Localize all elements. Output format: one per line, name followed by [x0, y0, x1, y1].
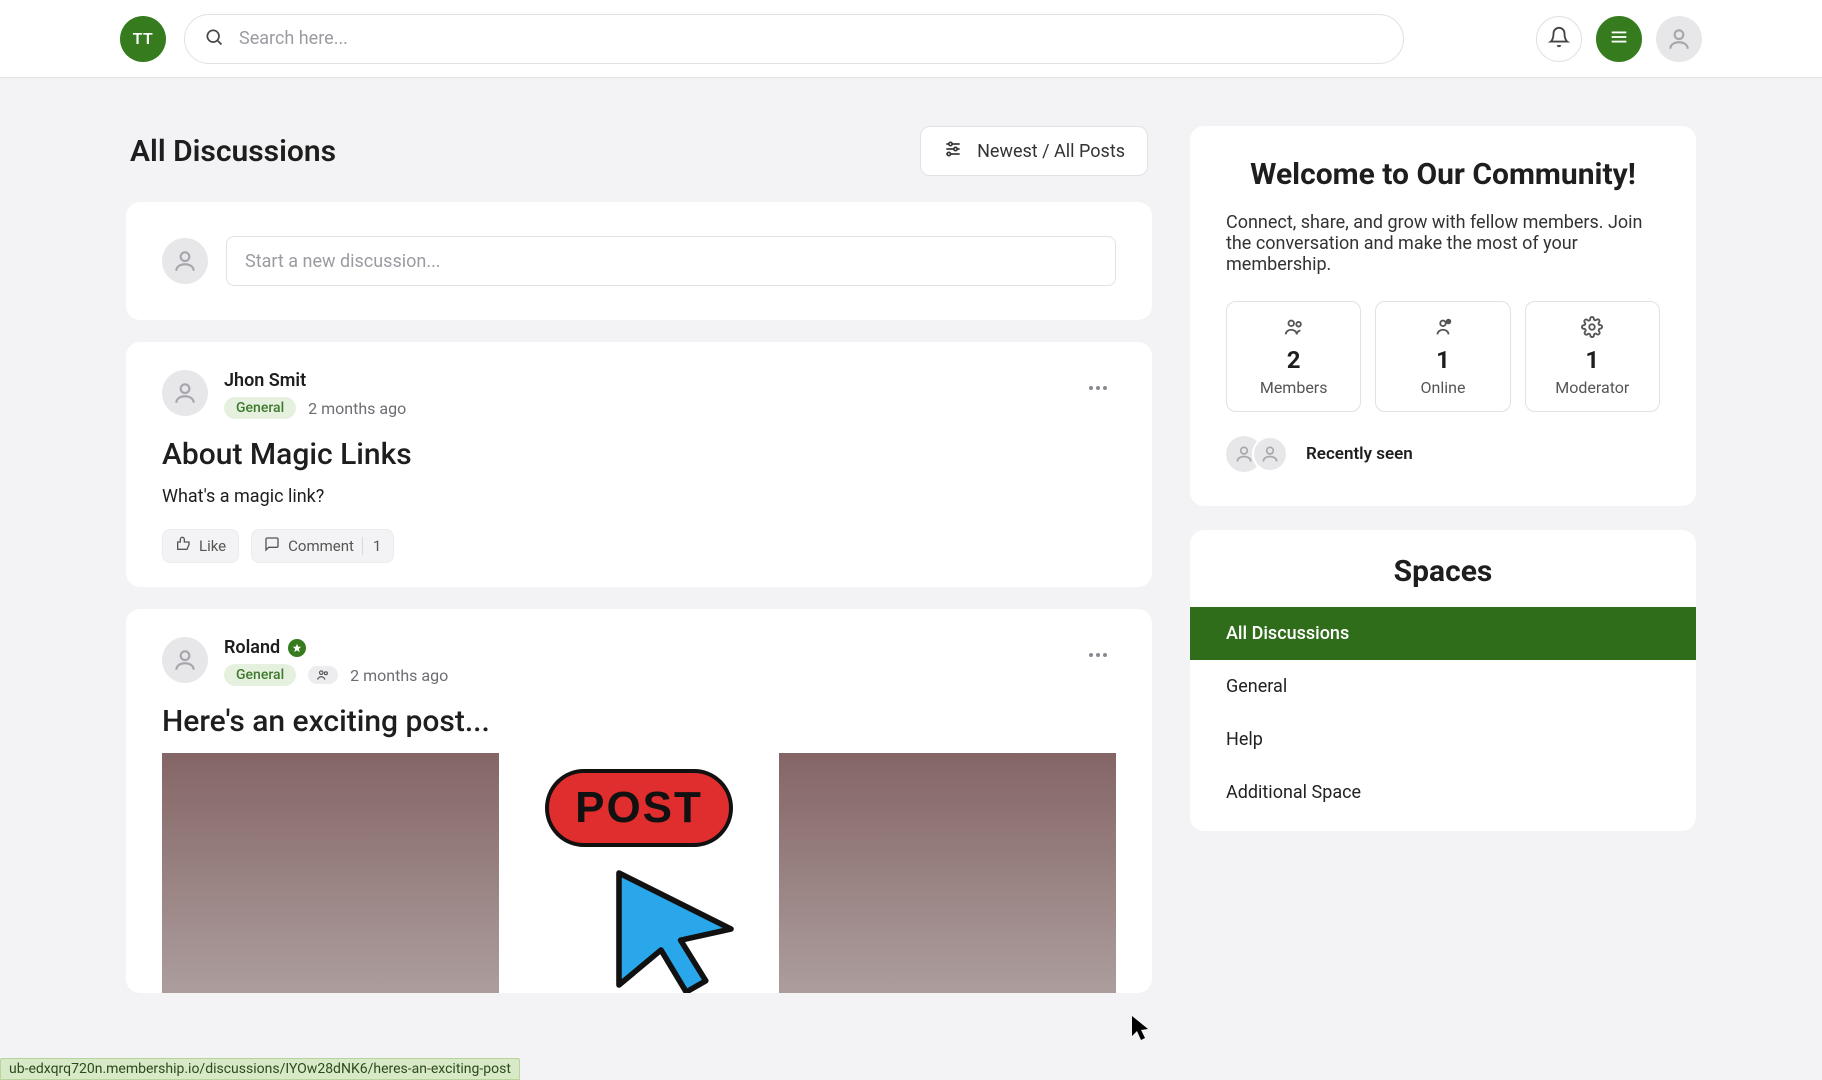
page-title: All Discussions [130, 134, 336, 169]
self-avatar [162, 238, 208, 284]
post-timestamp: 2 months ago [350, 666, 448, 685]
people-badge-icon [308, 666, 338, 684]
space-pill[interactable]: General [224, 664, 296, 686]
notifications-button[interactable] [1536, 16, 1582, 62]
stat-count: 1 [1436, 346, 1450, 374]
space-item-all[interactable]: All Discussions [1190, 607, 1696, 660]
user-online-icon [1432, 316, 1454, 342]
menu-button[interactable] [1596, 16, 1642, 62]
author-name[interactable]: Roland [224, 637, 280, 658]
stat-label: Members [1260, 378, 1328, 397]
author-avatar[interactable] [162, 637, 208, 683]
cursor-arrow-icon [1132, 1016, 1152, 1046]
app-header: TT [0, 0, 1822, 78]
like-button[interactable]: Like [162, 529, 239, 563]
author-avatar[interactable] [162, 370, 208, 416]
post-more-button[interactable] [1080, 637, 1116, 677]
space-item-additional[interactable]: Additional Space [1190, 766, 1696, 819]
stat-count: 1 [1585, 346, 1599, 374]
start-discussion-card [126, 202, 1152, 320]
post-image[interactable]: POST [162, 753, 1116, 993]
profile-avatar[interactable] [1656, 16, 1702, 62]
welcome-title: Welcome to Our Community! [1226, 156, 1660, 194]
search-wrap [184, 14, 1404, 64]
verified-badge-icon [288, 639, 306, 657]
comment-button[interactable]: Comment 1 [251, 529, 394, 563]
recent-avatars[interactable] [1226, 436, 1288, 472]
sort-button[interactable]: Newest / All Posts [920, 126, 1148, 176]
stat-online: 1 Online [1375, 301, 1510, 412]
search-icon [204, 27, 224, 51]
bell-icon [1548, 26, 1570, 52]
stat-label: Moderator [1555, 378, 1629, 397]
space-item-general[interactable]: General [1190, 660, 1696, 713]
post-body: What's a magic link? [162, 486, 1116, 507]
post-timestamp: 2 months ago [308, 399, 406, 418]
stat-count: 2 [1287, 346, 1301, 374]
cursor-icon [605, 859, 745, 993]
author-name[interactable]: Jhon Smit [224, 370, 306, 391]
dots-horizontal-icon [1086, 656, 1110, 671]
post-title[interactable]: Here's an exciting post... [162, 704, 1116, 739]
stat-label: Online [1421, 378, 1466, 397]
sliders-icon [943, 139, 963, 164]
like-label: Like [199, 537, 226, 555]
thumbs-up-icon [175, 536, 191, 556]
dots-horizontal-icon [1086, 389, 1110, 404]
start-discussion-input[interactable] [226, 236, 1116, 286]
space-pill[interactable]: General [224, 397, 296, 419]
post-card: Jhon Smit General 2 months ago About Mag… [126, 342, 1152, 587]
space-item-help[interactable]: Help [1190, 713, 1696, 766]
sort-label: Newest / All Posts [977, 141, 1125, 162]
spaces-card: Spaces All Discussions General Help Addi… [1190, 530, 1696, 831]
status-url: ub-edxqrq720n.membership.io/discussions/… [0, 1058, 520, 1080]
post-image-label: POST [545, 769, 733, 847]
spaces-title: Spaces [1190, 554, 1696, 589]
comment-count: 1 [362, 537, 381, 555]
search-input[interactable] [184, 14, 1404, 64]
recently-seen-label: Recently seen [1306, 444, 1413, 464]
stat-moderator: 1 Moderator [1525, 301, 1660, 412]
menu-icon [1608, 26, 1630, 52]
post-more-button[interactable] [1080, 370, 1116, 410]
post-card: Roland General 2 months ago [126, 609, 1152, 993]
welcome-card: Welcome to Our Community! Connect, share… [1190, 126, 1696, 506]
comment-icon [264, 536, 280, 556]
welcome-text: Connect, share, and grow with fellow mem… [1226, 212, 1660, 275]
stat-members: 2 Members [1226, 301, 1361, 412]
comment-label: Comment [288, 537, 354, 555]
brand-avatar[interactable]: TT [120, 16, 166, 62]
post-title[interactable]: About Magic Links [162, 437, 1116, 472]
users-icon [1283, 316, 1305, 342]
gear-icon [1581, 316, 1603, 342]
